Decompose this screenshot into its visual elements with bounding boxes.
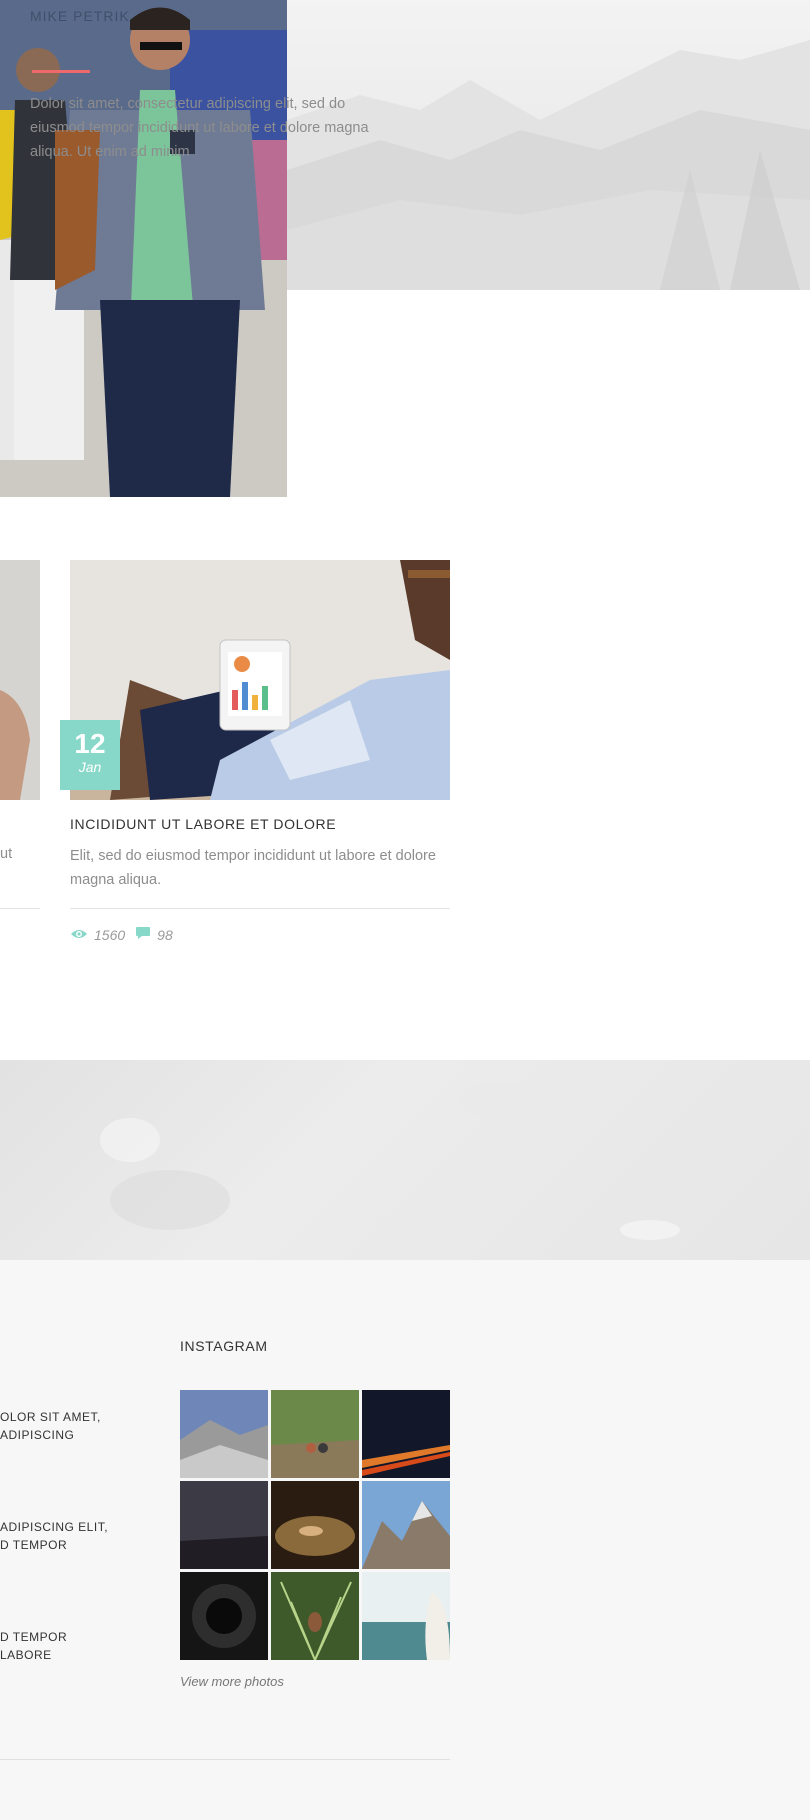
date-day: 12 (74, 728, 106, 759)
instagram-photo[interactable] (180, 1390, 268, 1478)
footer-divider (0, 1759, 450, 1760)
recent-post-1[interactable]: OLOR SIT AMET, ADIPISCING (0, 1408, 101, 1444)
recent-post-3[interactable]: D TEMPOR LABORE (0, 1628, 67, 1664)
date-month: Jan (78, 759, 102, 775)
instagram-photo[interactable] (271, 1481, 359, 1569)
view-more-photos-link[interactable]: View more photos (180, 1674, 284, 1689)
views-value: 1560 (94, 926, 126, 943)
instagram-photo[interactable] (271, 1390, 359, 1478)
author-photo (0, 0, 287, 497)
instagram-photo[interactable] (362, 1481, 450, 1569)
recent-post-1-line1: OLOR SIT AMET, (0, 1410, 101, 1424)
instagram-heading: INSTAGRAM (180, 1338, 268, 1354)
views-count: 1560 (70, 927, 125, 943)
instagram-photo[interactable] (362, 1572, 450, 1660)
recent-post-3-line2: LABORE (0, 1648, 52, 1662)
prev-card-image[interactable] (0, 560, 40, 800)
comment-icon (135, 926, 151, 943)
post-meta: 1560 98 (70, 926, 173, 943)
instagram-photo[interactable] (180, 1572, 268, 1660)
recent-post-2-line2: D TEMPOR (0, 1538, 68, 1552)
post-excerpt: Elit, sed do eiusmod tempor incididunt u… (70, 848, 436, 888)
comments-count: 98 (135, 926, 173, 943)
title-underline (32, 70, 90, 73)
eye-icon (70, 927, 88, 943)
person-image (0, 0, 287, 497)
post-photo (70, 560, 450, 800)
recent-post-2[interactable]: ADIPISCING ELIT, D TEMPOR (0, 1518, 108, 1554)
date-badge: 12 Jan (60, 720, 120, 790)
banner-texture (100, 1082, 680, 1240)
prev-card-photo (0, 560, 40, 800)
recent-post-3-line1: D TEMPOR (0, 1630, 68, 1644)
section-divider-banner (0, 1060, 810, 1260)
recent-post-2-line1: ADIPISCING ELIT, (0, 1520, 109, 1534)
instagram-photo[interactable] (362, 1390, 450, 1478)
comments-value: 98 (157, 926, 173, 943)
instagram-grid (180, 1390, 450, 1660)
author-name: MIKE PETRIK (30, 8, 130, 24)
prev-card-divider (0, 908, 40, 909)
prev-card-excerpt: ut (0, 846, 13, 862)
post-image[interactable] (70, 560, 450, 800)
post-title[interactable]: INCIDIDUNT UT LABORE ET DOLORE (70, 816, 336, 832)
recent-post-1-line2: ADIPISCING (0, 1428, 75, 1442)
author-bio: Dolor sit amet, consectetur adipiscing e… (30, 96, 369, 160)
instagram-photo[interactable] (180, 1481, 268, 1569)
post-divider (70, 908, 450, 909)
instagram-photo[interactable] (271, 1572, 359, 1660)
